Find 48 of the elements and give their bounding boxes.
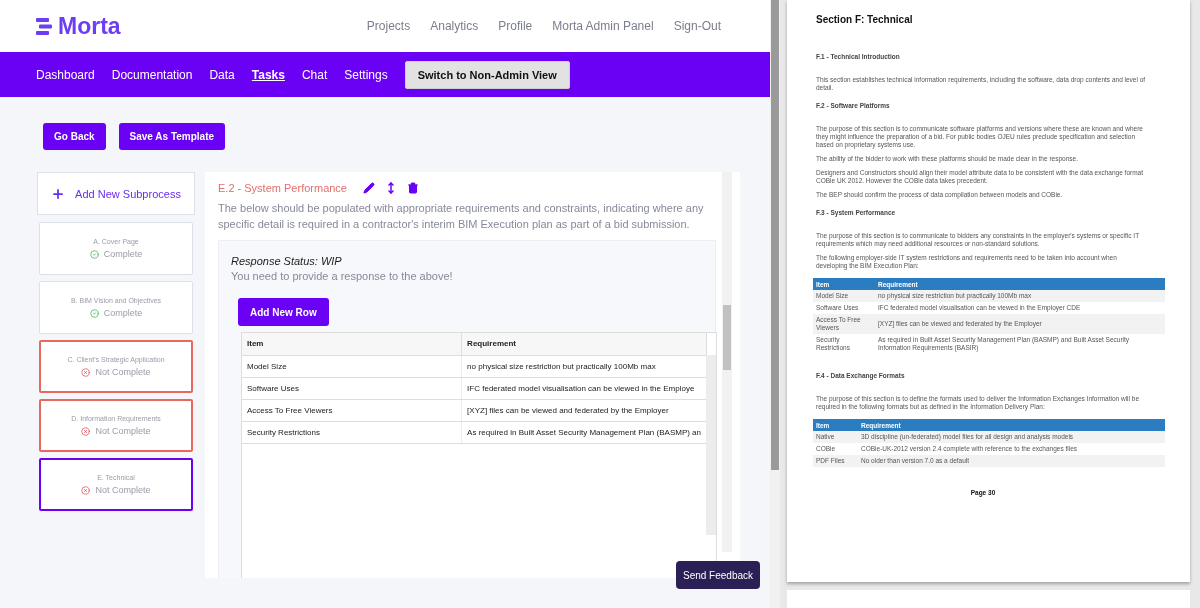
status-label: Not Complete [95, 485, 151, 495]
switch-view-button[interactable]: Switch to Non-Admin View [404, 60, 570, 89]
header-link[interactable]: Morta Admin Panel [552, 19, 654, 33]
nav-tab[interactable]: Dashboard [36, 67, 95, 82]
response-note: You need to provide a response to the above! [231, 270, 454, 282]
add-subprocess-button[interactable]: Add New Subprocess [37, 172, 195, 215]
x-circle-icon [81, 426, 91, 436]
send-feedback-button[interactable]: Send Feedback [676, 561, 760, 589]
table-cell: IFC federated model visualisation can be viewed in the Employe [461, 377, 707, 399]
table-cell: Software Uses [242, 377, 462, 399]
header-link[interactable]: Projects [366, 19, 411, 33]
trash-icon[interactable] [407, 182, 419, 194]
table-cell: Access To Free Viewers [242, 399, 462, 421]
nav-tab[interactable]: Data [209, 67, 235, 82]
logo-text: Morta [58, 12, 121, 40]
x-circle-icon [81, 485, 91, 495]
check-circle-icon [89, 249, 99, 259]
status-label: Not Complete [95, 426, 151, 436]
nav-tab[interactable]: Tasks [251, 67, 285, 82]
status-label: Not Complete [95, 367, 151, 377]
pencil-icon[interactable] [363, 182, 375, 194]
header-link[interactable]: Analytics [430, 19, 479, 33]
status-label: Complete [103, 308, 143, 318]
column-header: Requirement [461, 333, 707, 355]
action-button[interactable]: Go Back [43, 123, 106, 150]
plus-icon [51, 186, 66, 201]
table-cell: [XYZ] files can be viewed and federated by the Employer [461, 399, 707, 421]
header-link[interactable]: Profile [498, 19, 533, 33]
table-cell: no physical size restriction but practically 100Mb max [461, 355, 707, 377]
logo-icon [36, 17, 52, 35]
x-circle-icon [81, 367, 91, 377]
check-circle-icon [89, 308, 99, 318]
column-header: Item [242, 333, 462, 355]
add-row-button[interactable]: Add New Row [238, 298, 329, 326]
table-cell: As required in Built Asset Security Management Plan (BASMP) an [461, 421, 707, 443]
response-status: Response Status: WIP [231, 255, 343, 267]
action-button[interactable]: Save As Template [118, 123, 226, 150]
nav-tab[interactable]: Documentation [111, 67, 193, 82]
section-description: The below should be populated with appropriate requirements and constraints, indicating where any specific detail is required in a contractor's interim BIM Execution plan as part of a bid submission. [218, 201, 705, 232]
section-title: E.2 - System Performance [218, 182, 347, 194]
status-label: Complete [103, 249, 143, 259]
nav-tab[interactable]: Chat [301, 67, 328, 82]
nav-tab[interactable]: Settings [344, 67, 388, 82]
table-cell: Security Restrictions [242, 421, 462, 443]
table-cell: Model Size [242, 355, 462, 377]
header-link[interactable]: Sign-Out [673, 19, 721, 33]
up-down-arrow-icon[interactable] [385, 182, 397, 194]
document-title: Section F: Technical [816, 14, 914, 25]
